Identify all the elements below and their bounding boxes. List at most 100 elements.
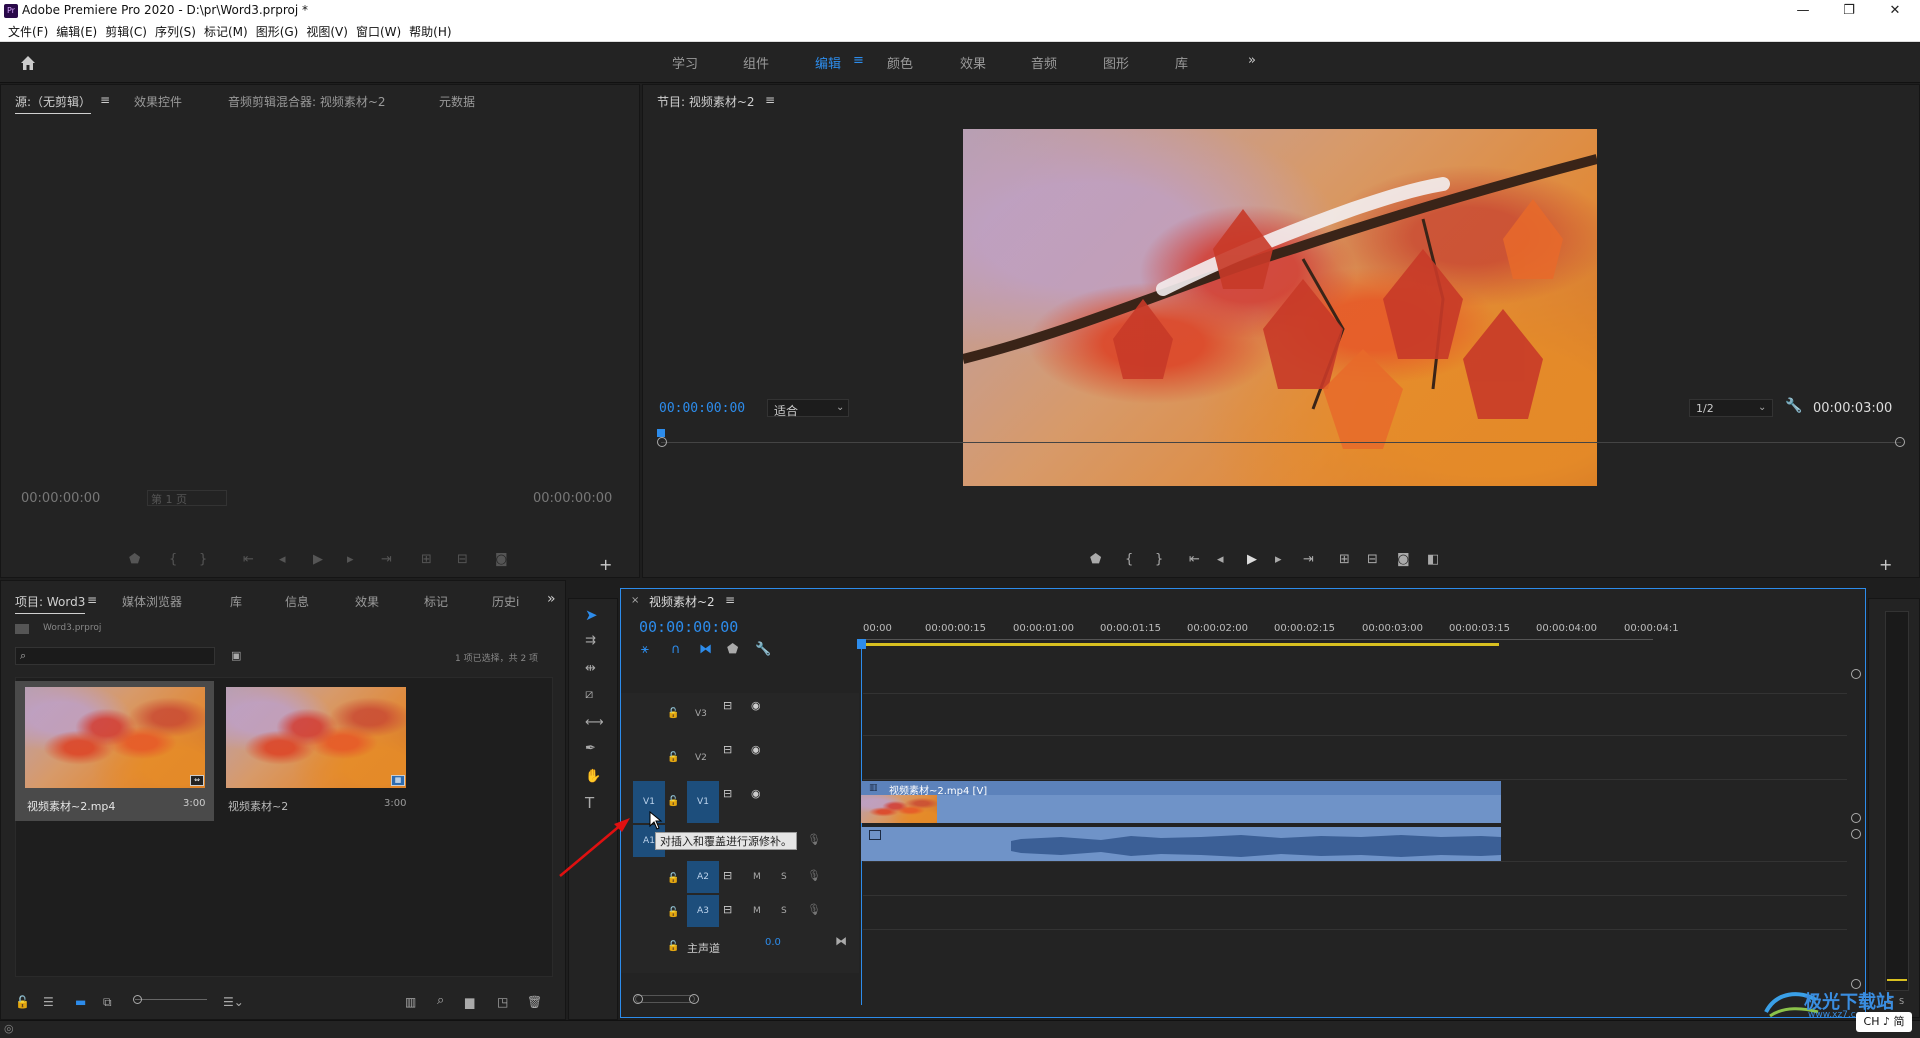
tab-effects[interactable]: 效果 (355, 593, 379, 610)
tab-project[interactable]: 项目: Word3 (15, 593, 86, 614)
menu-help[interactable]: 帮助(H) (409, 22, 451, 42)
tab-effect-controls[interactable]: 效果控件 (134, 93, 182, 110)
menu-window[interactable]: 窗口(W) (356, 22, 401, 42)
linked-selection-icon[interactable]: ⧓ (699, 642, 712, 658)
step-back-icon[interactable]: ◂ (1217, 552, 1224, 568)
new-item-icon[interactable]: ◳ (497, 995, 508, 1009)
menu-edit[interactable]: 编辑(E) (56, 22, 97, 42)
master-volume-value[interactable]: 0.0 (765, 937, 781, 948)
tab-program[interactable]: 节目: 视频素材~2 (657, 93, 755, 113)
sync-lock-icon[interactable]: ⊟ (723, 787, 732, 800)
track-select-tool-icon[interactable]: ⇉ (585, 633, 596, 649)
go-to-in-icon[interactable]: ⇤ (243, 552, 254, 568)
zoom-handle-left[interactable] (657, 437, 667, 447)
mark-out-icon[interactable]: } (199, 552, 207, 568)
work-area-bar[interactable] (863, 643, 1499, 646)
insert-icon[interactable]: ⊞ (421, 552, 432, 568)
play-icon[interactable]: ▶ (1247, 552, 1257, 568)
mark-in-icon[interactable]: { (169, 552, 177, 568)
razor-tool-icon[interactable]: ⧄ (585, 687, 593, 703)
lock-icon[interactable]: 🔓 (667, 752, 679, 763)
lock-icon[interactable]: 🔓 (667, 708, 679, 719)
step-back-icon[interactable]: ◂ (279, 552, 286, 568)
tab-info[interactable]: 信息 (285, 593, 309, 610)
workspace-libraries[interactable]: 库 (1175, 53, 1188, 72)
add-marker-icon[interactable]: ⬟ (727, 642, 738, 658)
source-menu-icon[interactable]: ≡ (100, 93, 110, 107)
mute-button[interactable]: M (753, 906, 761, 916)
workspace-graphics[interactable]: 图形 (1103, 53, 1129, 72)
lock-icon[interactable]: 🔓 (15, 995, 30, 1009)
scroll-handle-right[interactable] (689, 994, 699, 1004)
menu-clip[interactable]: 剪辑(C) (105, 22, 147, 42)
track-target-a2[interactable]: A2 (687, 861, 719, 893)
play-icon[interactable]: ▶ (313, 552, 323, 568)
lock-icon[interactable]: 🔓 (667, 941, 679, 952)
step-forward-icon[interactable]: ▸ (347, 552, 354, 568)
selection-tool-icon[interactable]: ➤ (585, 607, 598, 623)
more-tabs-icon[interactable]: » (547, 591, 556, 607)
workspace-audio[interactable]: 音频 (1031, 53, 1057, 72)
more-workspaces-icon[interactable]: » (1248, 53, 1256, 68)
comparison-view-icon[interactable]: ◧ (1427, 552, 1439, 568)
eye-icon[interactable]: ◉ (751, 699, 761, 712)
new-search-bin-icon[interactable]: ▣ (231, 649, 241, 662)
voiceover-icon[interactable]: 🎙 (807, 833, 821, 846)
sync-lock-icon[interactable]: ⊟ (723, 903, 732, 916)
delete-icon[interactable]: 🗑 (527, 995, 542, 1009)
go-to-in-icon[interactable]: ⇤ (1189, 552, 1200, 568)
sync-lock-icon[interactable]: ⊟ (723, 743, 732, 756)
sync-lock-icon[interactable]: ⊟ (723, 699, 732, 712)
menu-marker[interactable]: 标记(M) (204, 22, 248, 42)
menu-file[interactable]: 文件(F) (8, 22, 48, 42)
solo-button[interactable]: S (781, 872, 787, 882)
ripple-edit-tool-icon[interactable]: ⇹ (585, 661, 596, 677)
project-item-sequence[interactable]: ▦ 视频素材~2 3:00 (216, 681, 415, 821)
mark-out-icon[interactable]: } (1155, 552, 1163, 568)
voiceover-icon[interactable]: 🎙 (807, 903, 821, 916)
type-tool-icon[interactable]: T (585, 795, 594, 811)
extract-icon[interactable]: ⊟ (1367, 552, 1378, 568)
overwrite-icon[interactable]: ⊟ (457, 552, 468, 568)
track-target-v1[interactable]: V1 (687, 781, 719, 823)
hand-tool-icon[interactable]: ✋ (585, 769, 601, 785)
go-to-out-icon[interactable]: ⇥ (1303, 552, 1314, 568)
eye-icon[interactable]: ◉ (751, 743, 761, 756)
solo-right-button[interactable]: S (1899, 997, 1904, 1006)
lift-icon[interactable]: ⊞ (1339, 552, 1350, 568)
restore-icon[interactable]: ❐ (1826, 0, 1872, 22)
slip-tool-icon[interactable]: ⟷ (585, 715, 604, 731)
home-icon[interactable] (18, 53, 38, 73)
playhead-head[interactable] (857, 639, 866, 649)
menu-graphics[interactable]: 图形(G) (256, 22, 299, 42)
add-button-icon[interactable]: + (1879, 557, 1892, 573)
timeline-timecode[interactable]: 00:00:00:00 (639, 618, 738, 636)
add-button-icon[interactable]: + (599, 557, 612, 573)
lock-icon[interactable]: 🔓 (667, 873, 679, 884)
ime-indicator[interactable]: CH ♪ 简 (1856, 1012, 1912, 1032)
workspace-color[interactable]: 颜色 (887, 53, 913, 72)
tab-source[interactable]: 源:（无剪辑） (15, 93, 92, 114)
export-frame-icon[interactable]: ◙ (495, 552, 508, 568)
eye-icon[interactable]: ◉ (751, 787, 761, 800)
program-time-ruler[interactable] (661, 431, 1901, 443)
project-item-selected[interactable]: ⇔ 视频素材~2.mp4 3:00 (15, 681, 214, 821)
source-page-select[interactable]: 第 1 页 (147, 490, 227, 506)
fit-dropdown[interactable]: 适合 ⌄ (767, 399, 849, 418)
menu-sequence[interactable]: 序列(S) (155, 22, 196, 42)
find-icon[interactable]: ⌕ (437, 993, 444, 1008)
automate-to-sequence-icon[interactable]: ▥ (405, 995, 416, 1009)
zoom-slider[interactable] (135, 999, 207, 1000)
wrench-icon[interactable]: 🔧 (1785, 398, 1802, 414)
menu-view[interactable]: 视图(V) (306, 22, 348, 42)
master-collapse-icon[interactable]: ⧓ (835, 934, 847, 948)
tab-media-browser[interactable]: 媒体浏览器 (122, 593, 182, 610)
horizontal-zoom-scrollbar[interactable] (635, 995, 695, 1003)
sync-lock-icon[interactable]: ⊟ (723, 869, 732, 882)
workspace-editing[interactable]: 编辑 (815, 53, 841, 72)
voiceover-icon[interactable]: 🎙 (807, 869, 821, 882)
zoom-handle-right[interactable] (1895, 437, 1905, 447)
export-frame-icon[interactable]: ◙ (1397, 552, 1410, 568)
playhead-line[interactable] (861, 645, 862, 1005)
go-to-out-icon[interactable]: ⇥ (381, 552, 392, 568)
